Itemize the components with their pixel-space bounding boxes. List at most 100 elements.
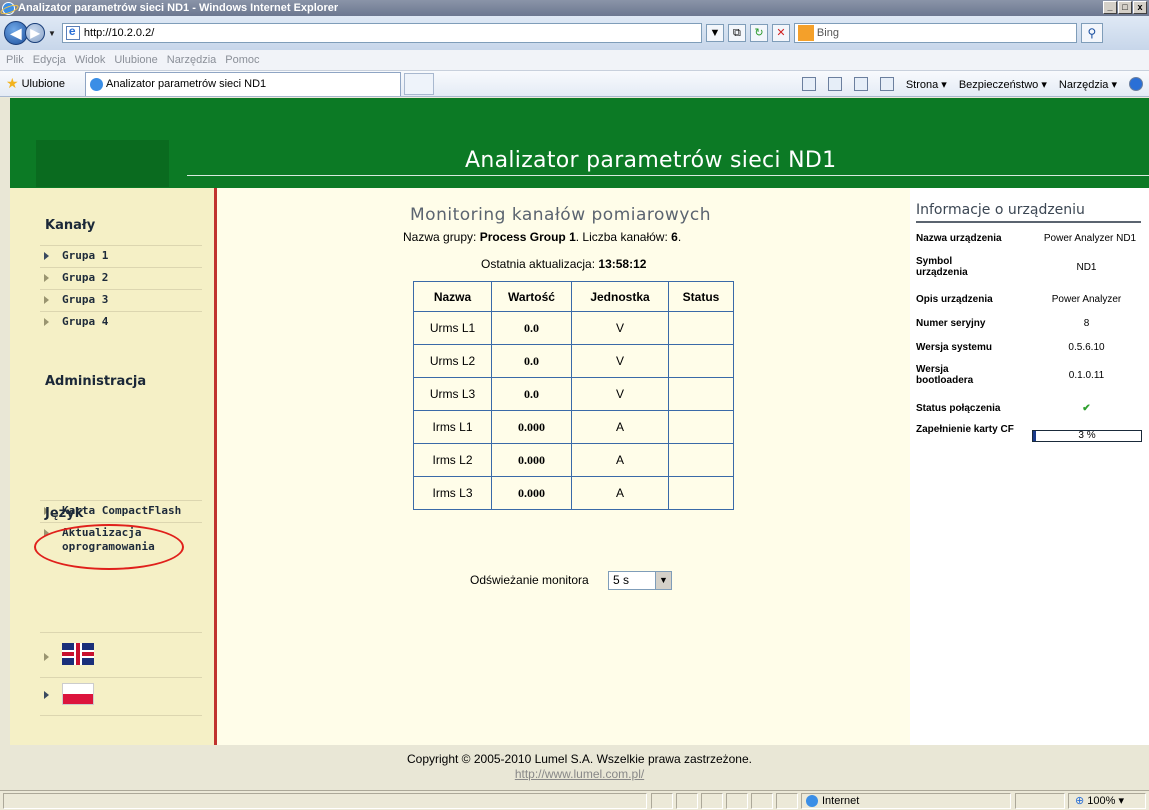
page-header: Analizator parametrów sieci ND1	[10, 98, 1149, 188]
col-unit: Jednostka	[571, 281, 669, 312]
chevron-down-icon[interactable]: ▼	[655, 572, 671, 589]
sidebar-item-label: Grupa 3	[62, 293, 109, 306]
favorites-bar: ★ Ulubione Analizator parametrów sieci N…	[0, 71, 1149, 97]
monitoring-heading: Monitoring kanałów pomiarowych	[410, 205, 712, 225]
search-input[interactable]: Bing	[793, 23, 1077, 43]
main-content: Monitoring kanałów pomiarowych Nazwa gru…	[220, 188, 910, 745]
search-icon[interactable]: ⚲	[1080, 23, 1103, 43]
cell-value: 0.000	[491, 443, 572, 477]
language-list	[40, 632, 202, 722]
maximize-button[interactable]: □	[1118, 1, 1132, 14]
cell-unit: V	[571, 311, 669, 345]
header-rule	[187, 175, 1149, 176]
security-zone: Internet	[801, 793, 1011, 809]
status-cell	[751, 793, 773, 809]
command-bar: Strona ▾ Bezpieczeństwo ▾ Narzędzia ▾	[801, 71, 1143, 97]
menu-help[interactable]: Pomoc	[225, 54, 259, 66]
sidebar: Kanały Grupa 1 Grupa 2 Grupa 3 Grupa 4 A…	[10, 188, 217, 745]
feeds-icon[interactable]	[827, 77, 842, 91]
ie-icon	[2, 1, 15, 15]
table-row: Irms L2 0.000 A	[413, 443, 734, 477]
browser-tab[interactable]: Analizator parametrów sieci ND1	[84, 71, 401, 96]
menu-edit[interactable]: Edycja	[33, 54, 66, 66]
col-status: Status	[668, 281, 734, 312]
page-title: Analizator parametrów sieci ND1	[465, 148, 837, 173]
minimize-button[interactable]: _	[1103, 1, 1117, 14]
language-heading: Język	[45, 506, 84, 521]
arrow-icon	[44, 653, 49, 661]
cell-value: 0.000	[491, 476, 572, 510]
url-field[interactable]: http://10.2.0.2/	[61, 23, 702, 43]
stop-icon[interactable]: ✕	[771, 24, 790, 42]
status-cell	[676, 793, 698, 809]
menu-favorites[interactable]: Ulubione	[114, 54, 157, 66]
cell-unit: V	[571, 344, 669, 378]
cell-status	[668, 476, 734, 510]
sidebar-item-group-4[interactable]: Grupa 4	[40, 311, 202, 333]
cell-name: Urms L3	[413, 377, 492, 411]
window-controls: _ □ x	[1103, 1, 1147, 14]
info-label: Symbol urządzenia	[916, 256, 968, 278]
refresh-icon[interactable]: ↻	[749, 24, 768, 42]
compatibility-icon[interactable]: ⧉	[727, 24, 746, 42]
command-safety[interactable]: Bezpieczeństwo ▾	[959, 78, 1047, 91]
channels-heading: Kanały	[45, 218, 96, 233]
last-update: Ostatnia aktualizacja: 13:58:12	[481, 257, 646, 271]
sidebar-item-label: Grupa 1	[62, 249, 109, 262]
window-title: Analizator parametrów sieci ND1 - Window…	[18, 2, 339, 14]
tab-title: Analizator parametrów sieci ND1	[105, 78, 267, 90]
command-tools[interactable]: Narzędzia ▾	[1059, 78, 1117, 91]
divider	[40, 715, 202, 716]
url-dropdown-icon[interactable]: ▼	[705, 24, 724, 42]
sidebar-item-group-1[interactable]: Grupa 1	[40, 245, 202, 267]
sidebar-item-label: Grupa 4	[62, 315, 109, 328]
command-page[interactable]: Strona ▾	[906, 78, 947, 91]
mail-icon[interactable]	[853, 77, 868, 91]
status-text-cell	[3, 793, 647, 809]
group-prefix: Nazwa grupy:	[403, 230, 480, 244]
cell-unit: A	[571, 410, 669, 444]
bing-icon	[797, 25, 814, 41]
device-info-heading: Informacje o urządzeniu	[916, 202, 1085, 218]
info-label: Status połączenia	[916, 403, 1001, 414]
new-tab-button[interactable]	[403, 72, 434, 95]
footer-link: http://www.lumel.com.pl/	[10, 767, 1149, 781]
close-button[interactable]: x	[1133, 1, 1147, 14]
arrow-icon	[44, 274, 49, 282]
print-icon[interactable]	[879, 77, 894, 91]
info-value: 0.5.6.10	[1068, 342, 1105, 353]
info-value: 0.1.0.11	[1068, 370, 1105, 381]
zoom-control[interactable]: ⊕ 100% ▾	[1068, 793, 1146, 809]
web-page: Analizator parametrów sieci ND1 Kanały G…	[0, 98, 1149, 790]
table-row: Urms L3 0.0 V	[413, 377, 734, 411]
search-placeholder: Bing	[816, 27, 839, 39]
sidebar-item-group-2[interactable]: Grupa 2	[40, 267, 202, 289]
lumel-link[interactable]: http://www.lumel.com.pl/	[515, 767, 644, 781]
logo-block	[36, 140, 169, 187]
cell-name: Irms L3	[413, 476, 492, 510]
protected-mode-cell[interactable]	[1015, 793, 1065, 809]
menu-tools[interactable]: Narzędzia	[167, 54, 217, 66]
favorites-star-icon[interactable]: ★	[6, 75, 19, 92]
help-icon[interactable]	[1129, 77, 1143, 91]
address-bar: ◀ ▶ ▼ http://10.2.0.2/ ▼ ⧉ ↻ ✕ Bing ⚲	[0, 16, 1149, 50]
home-icon[interactable]	[801, 77, 816, 91]
flag-uk-icon[interactable]	[62, 643, 94, 665]
cell-unit: A	[571, 476, 669, 510]
favorites-label[interactable]: Ulubione	[22, 78, 65, 90]
cell-value: 0.0	[491, 311, 572, 345]
flag-pl-icon[interactable]	[62, 683, 94, 705]
menu-file[interactable]: Plik	[6, 54, 24, 66]
history-dropdown-icon[interactable]: ▼	[48, 29, 56, 38]
zone-label: Internet	[822, 795, 860, 807]
count-suffix: .	[677, 230, 682, 244]
refresh-select[interactable]: 5 s ▼	[608, 571, 672, 590]
forward-button[interactable]: ▶	[25, 23, 45, 43]
status-cell	[651, 793, 673, 809]
cell-value: 0.0	[491, 344, 572, 378]
device-info-panel: Informacje o urządzeniu Nazwa urządzenia…	[910, 188, 1149, 745]
sidebar-item-group-3[interactable]: Grupa 3	[40, 289, 202, 311]
status-cell	[701, 793, 723, 809]
info-value: 8	[1083, 318, 1090, 329]
menu-view[interactable]: Widok	[75, 54, 106, 66]
